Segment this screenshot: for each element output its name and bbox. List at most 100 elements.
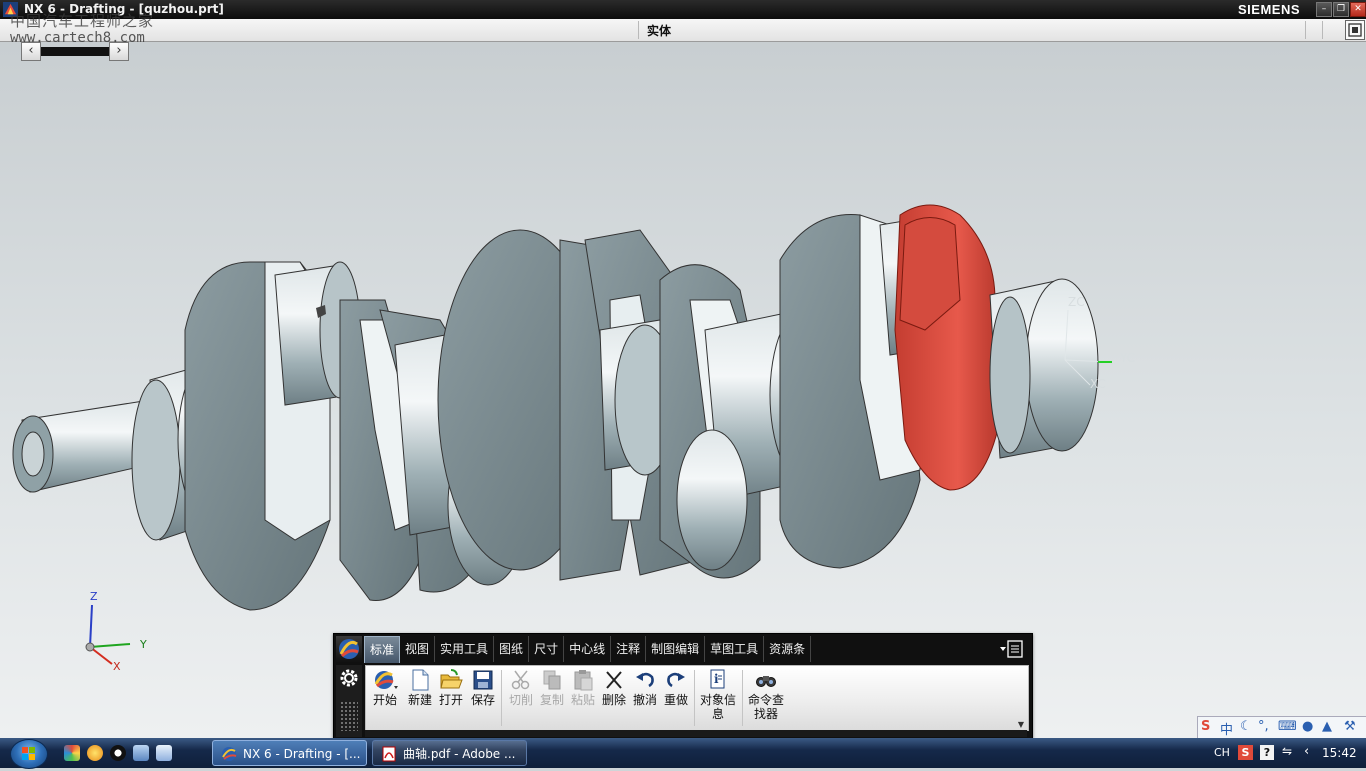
paste-button[interactable]: 粘贴 [566,668,600,707]
object-info-button[interactable]: i 对象信 息 [698,668,738,721]
user-icon[interactable]: ● [1302,719,1313,734]
copy-icon [543,670,561,690]
language-indicator[interactable]: CH [1214,746,1230,759]
help-icon[interactable]: ? [1260,745,1274,760]
nx-app-icon [222,747,237,761]
paste-icon [574,670,593,691]
cut-label: 切削 [508,693,533,707]
skin-shirt-icon[interactable]: ▲ [1322,719,1332,734]
command-finder-label-line1: 命令查 [747,693,784,707]
chinese-mode-icon[interactable]: 中 [1220,719,1233,738]
wrench-icon[interactable]: ⚒ [1344,719,1356,734]
taskbar-item-pdf[interactable]: 曲轴.pdf - Adobe ... [372,740,527,766]
taskbar-item-pdf-label: 曲轴.pdf - Adobe ... [403,747,516,761]
object-info-label-line1: 对象信 [699,693,736,707]
clock[interactable]: 15:42 [1322,746,1357,760]
triad-y-label: Y [139,638,147,651]
undo-button[interactable]: 撤消 [628,668,662,707]
soft-keyboard-icon[interactable]: ⌨ [1278,719,1297,734]
tab-resource-bar[interactable]: 资源条 [764,636,812,662]
tab-view[interactable]: 视图 [400,636,436,662]
siemens-logo: SIEMENS [1238,2,1301,17]
grip-handle[interactable] [340,701,358,731]
ribbon-menu-button[interactable] [998,639,1026,659]
tab-dimension[interactable]: 尺寸 [529,636,565,662]
watermark-title: 中国汽车工程师之家 [10,12,155,30]
tray-network-icon[interactable]: ⇋ [1282,744,1292,758]
selection-filter-label[interactable]: 实体 [647,22,671,39]
gear-icon[interactable] [338,667,360,689]
open-button[interactable]: 打开 [434,668,468,707]
open-folder-icon [440,669,463,689]
divider [501,670,502,726]
taskbar-item-nx[interactable]: NX 6 - Drafting - [... [212,740,367,766]
redo-button[interactable]: 重做 [659,668,693,707]
selected-crank-web[interactable] [894,204,1001,491]
tab-sketch-tools[interactable]: 草图工具 [705,636,765,662]
restore-button[interactable]: ❐ [1333,2,1349,17]
tab-centerline[interactable]: 中心线 [564,636,612,662]
nx-logo-button[interactable] [336,636,362,662]
paste-label: 粘贴 [570,693,595,707]
fit-icon [1348,23,1362,37]
resource-bar-ribbon: 标准 视图 实用工具 图纸 尺寸 中心线 注释 制图编辑 草图工具 资源条 开始… [333,633,1033,739]
redo-icon [667,672,685,688]
info-icon: i [710,669,725,689]
view-triad [85,604,131,665]
cut-button[interactable]: 切削 [504,668,538,707]
title-bar: NX 6 - Drafting - [quzhou.prt] SIEMENS –… [0,0,1366,19]
windows-start-button[interactable] [10,739,48,769]
show-hidden-icons-chevron-icon[interactable]: ‹ [1304,744,1309,759]
quicklaunch-qq-icon[interactable] [110,745,126,761]
half-width-moon-icon[interactable]: ☾ [1240,719,1252,734]
selection-bar: 实体 [0,19,1366,42]
standard-tools-panel: 开始 新建 打开 保存 切削 复制 粘贴 删除 撤消 重做 i 对象信 息 命令… [365,665,1029,731]
scissors-icon [511,670,530,690]
menu-icon [1000,640,1023,658]
save-button[interactable]: 保存 [466,668,500,707]
undo-icon [636,672,654,688]
wcs-xc-label: XC [1090,377,1106,391]
delete-button[interactable]: 删除 [597,668,631,707]
command-finder-button[interactable]: 命令查 找器 [746,668,786,721]
tab-annotation[interactable]: 注释 [611,636,647,662]
quick-scroller[interactable]: ‹ › [21,42,129,61]
wcs-yc-label: YC [1119,351,1135,365]
triad-x-label: X [113,660,121,673]
sogou-logo-icon[interactable]: S [1201,719,1210,734]
new-label: 新建 [407,693,432,707]
copy-label: 复制 [539,693,564,707]
new-button[interactable]: 新建 [403,668,437,707]
minimize-button[interactable]: – [1316,2,1332,17]
scroll-track[interactable] [41,47,109,56]
fit-view-button[interactable] [1345,20,1365,40]
scroll-left-button[interactable]: ‹ [21,42,41,61]
save-label: 保存 [470,693,495,707]
close-button[interactable]: ✕ [1350,2,1366,17]
copy-button[interactable]: 复制 [535,668,569,707]
ribbon-side-column [336,665,362,737]
sogou-tray-icon[interactable]: S [1238,745,1253,760]
save-disk-icon [473,670,493,690]
new-file-icon [412,669,429,691]
tab-utilities[interactable]: 实用工具 [435,636,495,662]
ribbon-bottom-strip [365,730,1027,737]
wcs-zc-label: ZC [1068,295,1085,309]
scroll-right-button[interactable]: › [109,42,129,61]
windows-logo-icon [22,747,35,760]
ime-toolbar: S 中 ☾ °, ⌨ ● ▲ ⚒ [1197,716,1366,739]
tab-drafting-edit[interactable]: 制图编辑 [646,636,706,662]
tab-standard[interactable]: 标准 [364,636,401,663]
quicklaunch-chrome-icon[interactable] [87,745,103,761]
panel-expand-arrow-icon[interactable]: ▼ [1018,720,1024,729]
divider [694,670,695,726]
quicklaunch-show-desktop-icon[interactable] [133,745,149,761]
punctuation-icon[interactable]: °, [1258,719,1269,734]
quicklaunch-switch-windows-icon[interactable] [156,745,172,761]
tab-drawing[interactable]: 图纸 [494,636,530,662]
adobe-pdf-icon [382,746,396,762]
redo-label: 重做 [663,693,688,707]
start-button[interactable]: 开始 [368,668,402,707]
divider [638,21,639,39]
quicklaunch-picasa-icon[interactable] [64,745,80,761]
